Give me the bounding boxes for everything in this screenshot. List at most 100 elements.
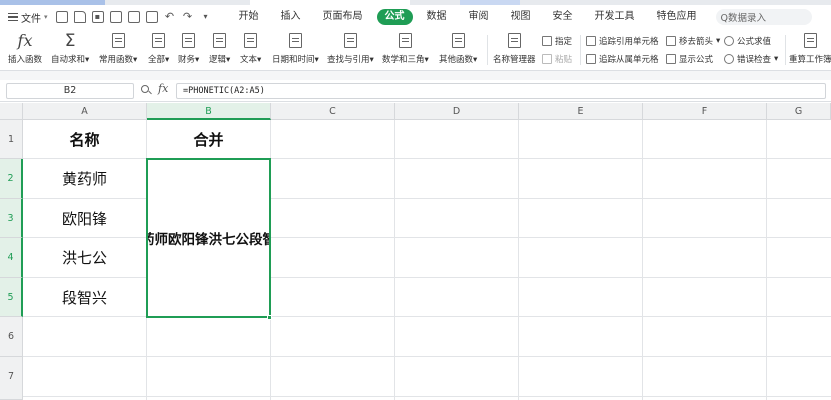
define-name-button[interactable]: 指定 xyxy=(542,35,572,47)
cell-a2[interactable]: 黄药师 xyxy=(23,159,146,198)
undo-icon[interactable]: ↶ xyxy=(164,11,176,23)
name-box[interactable]: B2 xyxy=(6,83,134,99)
tab-formulas[interactable]: 公式 xyxy=(376,9,413,25)
paste-icon xyxy=(542,54,552,64)
common-functions-label: 常用函数▾ xyxy=(99,55,138,65)
cell-a1[interactable]: 名称 xyxy=(23,120,146,158)
finance-label: 财务▾ xyxy=(178,55,200,65)
row-header-7[interactable]: 7 xyxy=(0,357,23,400)
file-menu[interactable]: 文件 ▾ xyxy=(0,10,54,25)
define-icon xyxy=(542,36,552,46)
row-header-1[interactable]: 1 xyxy=(0,120,23,159)
error-check-label: 错误检查 xyxy=(737,55,772,65)
trace-dependents-button[interactable]: 追踪从属单元格 xyxy=(586,53,659,65)
tab-special-apps[interactable]: 特色应用 xyxy=(646,9,708,25)
merged-cell-b2-b5[interactable]: 黄药师欧阳锋洪七公段智兴 xyxy=(146,158,271,318)
select-all-corner[interactable] xyxy=(0,103,23,120)
datetime-button[interactable]: 日期和时间▾ xyxy=(272,31,319,65)
all-functions-label: 全部▾ xyxy=(148,55,170,65)
all-functions-button[interactable]: 全部▾ xyxy=(148,31,169,65)
ribbon-separator xyxy=(785,35,786,65)
print-icon[interactable] xyxy=(127,11,140,23)
tab-insert[interactable]: 插入 xyxy=(270,9,312,25)
row-header-3[interactable]: 3 xyxy=(0,199,23,238)
row-header-2[interactable]: 2 xyxy=(0,159,23,199)
column-header-g[interactable]: G xyxy=(767,103,831,120)
recalc-label: 重算工作簿 xyxy=(789,55,831,65)
tab-data[interactable]: 数据 xyxy=(416,9,458,25)
column-header-e[interactable]: E xyxy=(519,103,643,120)
ribbon-bottom-strip xyxy=(0,71,831,80)
merged-cell-value: 黄药师欧阳锋洪七公段智兴 xyxy=(148,232,269,248)
column-header-a[interactable]: A xyxy=(23,103,147,120)
show-formulas-label: 显示公式 xyxy=(679,55,714,65)
fill-handle[interactable] xyxy=(267,315,272,320)
open-folder-icon[interactable] xyxy=(73,11,86,23)
grid-line xyxy=(518,120,519,400)
insert-function-button[interactable]: fx 插入函数 xyxy=(8,31,42,65)
finance-icon xyxy=(182,33,196,48)
tab-developer[interactable]: 开发工具 xyxy=(584,9,646,25)
print-preview-icon[interactable] xyxy=(145,11,158,23)
tab-view[interactable]: 视图 xyxy=(500,9,542,25)
math-icon xyxy=(398,33,412,48)
column-header-b[interactable]: B xyxy=(147,103,271,120)
recalc-workbook-button[interactable]: 重算工作簿 xyxy=(789,31,831,65)
datetime-label: 日期和时间▾ xyxy=(272,55,319,65)
grid-line xyxy=(23,316,831,317)
export-pdf-icon[interactable] xyxy=(109,11,122,23)
name-manager-button[interactable]: 名称管理器 xyxy=(493,31,536,65)
eval-formula-icon xyxy=(724,36,734,46)
remove-arrows-button[interactable]: 移去箭头 ▾ xyxy=(666,35,720,47)
text-button[interactable]: 文本▾ xyxy=(240,31,261,65)
define-label: 指定 xyxy=(555,37,573,47)
all-functions-icon xyxy=(152,33,166,48)
trace-dependents-label: 追踪从属单元格 xyxy=(599,55,659,65)
tab-review[interactable]: 审阅 xyxy=(458,9,500,25)
lookup-button[interactable]: 查找与引用▾ xyxy=(327,31,374,65)
column-header-f[interactable]: F xyxy=(643,103,767,120)
tab-page-layout[interactable]: 页面布局 xyxy=(312,9,374,25)
remove-arrows-label: 移去箭头 xyxy=(679,37,714,47)
logic-button[interactable]: 逻辑▾ xyxy=(209,31,230,65)
command-search[interactable]: Q数据录入 xyxy=(715,9,812,25)
cell-a5[interactable]: 段智兴 xyxy=(23,278,146,316)
fx-button[interactable]: fx xyxy=(158,82,168,95)
ribbon-separator xyxy=(487,35,488,65)
trace-precedents-label: 追踪引用单元格 xyxy=(599,37,659,47)
column-header-d[interactable]: D xyxy=(395,103,519,120)
eval-formula-button[interactable]: 公式求值 xyxy=(724,35,771,47)
column-header-c[interactable]: C xyxy=(271,103,395,120)
tab-security[interactable]: 安全 xyxy=(542,9,584,25)
finance-button[interactable]: 财务▾ xyxy=(178,31,199,65)
paste-name-button[interactable]: 粘贴 xyxy=(542,53,572,65)
other-functions-button[interactable]: 其他函数▾ xyxy=(439,31,477,65)
tab-start[interactable]: 开始 xyxy=(228,9,270,25)
ribbon-separator xyxy=(580,35,581,65)
common-functions-button[interactable]: 常用函数▾ xyxy=(99,31,137,65)
lookup-icon xyxy=(343,33,357,48)
row-header-6[interactable]: 6 xyxy=(0,317,23,357)
cell-a4[interactable]: 洪七公 xyxy=(23,238,146,277)
row-header-5[interactable]: 5 xyxy=(0,278,23,317)
math-trig-button[interactable]: 数学和三角▾ xyxy=(382,31,429,65)
ribbon-tabs: 开始 插入 页面布局 公式 数据 审阅 视图 安全 开发工具 特色应用 xyxy=(228,9,708,25)
zoom-icon[interactable] xyxy=(141,85,149,93)
autosum-label: 自动求和▾ xyxy=(51,55,90,65)
formula-input[interactable]: =PHONETIC(A2:A5) xyxy=(176,83,826,99)
remove-arrows-icon xyxy=(666,36,676,46)
search-placeholder: Q数据录入 xyxy=(720,13,766,24)
cell-a3[interactable]: 欧阳锋 xyxy=(23,199,146,237)
trace-precedents-button[interactable]: 追踪引用单元格 xyxy=(586,35,659,47)
chevron-down-icon: ▾ xyxy=(774,54,779,64)
save-icon[interactable]: ▪ xyxy=(91,11,104,23)
row-header-4[interactable]: 4 xyxy=(0,238,23,278)
text-icon xyxy=(244,33,258,48)
cell-b1[interactable]: 合并 xyxy=(147,120,270,158)
error-check-button[interactable]: 错误检查 ▾ xyxy=(724,53,778,65)
autosum-button[interactable]: Σ 自动求和▾ xyxy=(51,31,90,66)
show-formulas-button[interactable]: 显示公式 xyxy=(666,53,713,65)
customize-chevron-icon[interactable]: ▾ xyxy=(200,11,212,23)
redo-icon[interactable]: ↷ xyxy=(182,11,194,23)
new-file-icon[interactable] xyxy=(55,11,68,23)
